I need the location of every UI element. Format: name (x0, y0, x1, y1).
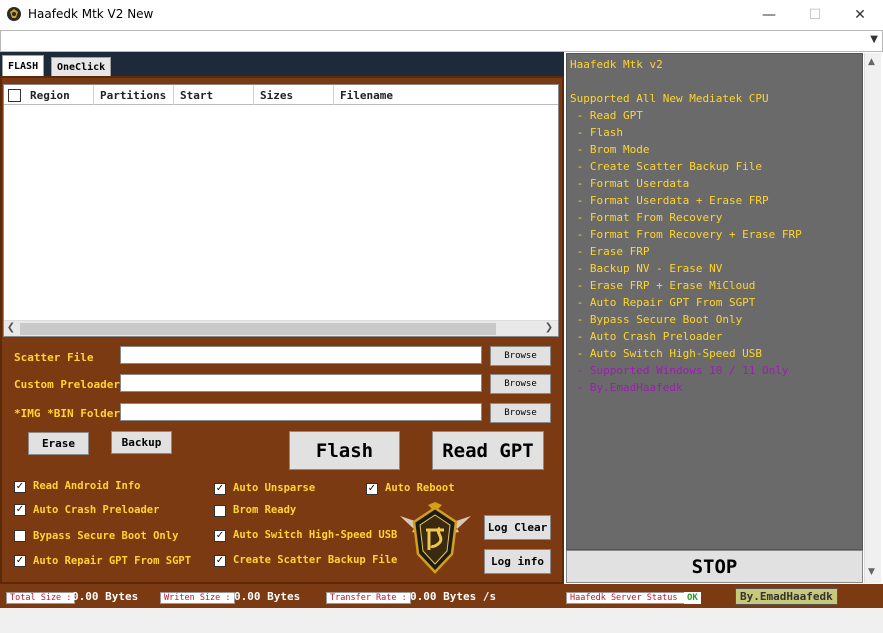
create-scatter-backup-checkbox[interactable]: ✓ (214, 555, 226, 567)
minimize-icon[interactable]: — (746, 0, 792, 30)
window-bottom-strip (0, 608, 883, 633)
backup-button[interactable]: Backup (111, 431, 172, 454)
log-line: - Bypass Secure Boot Only (570, 313, 743, 326)
scatter-file-input[interactable] (120, 346, 482, 364)
read-android-info-checkbox[interactable]: ✓ (14, 481, 26, 493)
log-line: Supported All New Mediatek CPU (570, 92, 769, 105)
horizontal-scrollbar[interactable]: ❮ ❯ (4, 320, 558, 336)
read-android-info-label: Read Android Info (33, 480, 141, 492)
auto-repair-gpt-label: Auto Repair GPT From SGPT (33, 555, 192, 567)
log-vertical-scrollbar[interactable]: ▲ ▼ (864, 53, 881, 583)
bypass-secure-boot-checkbox[interactable] (14, 530, 26, 542)
custom-preloader-label: Custom Preloader (14, 378, 120, 391)
auto-switch-usb-checkbox[interactable]: ✓ (214, 530, 226, 542)
app-logo-icon (7, 7, 21, 21)
transfer-rate-value: 0.00 Bytes /s (410, 590, 497, 603)
scroll-left-icon[interactable]: ❮ (4, 322, 18, 333)
erase-button[interactable]: Erase (28, 432, 89, 455)
brom-ready-label: Brom Ready (233, 504, 297, 516)
browse-preloader-button[interactable]: Browse (490, 374, 551, 394)
auto-crash-preloader-label: Auto Crash Preloader (33, 504, 160, 516)
log-line: - By.EmadHaafedk (570, 381, 683, 394)
author-credit: By.EmadHaafedk (735, 588, 838, 605)
log-line: - Brom Mode (570, 143, 650, 156)
auto-switch-usb-label: Auto Switch High-Speed USB (233, 529, 398, 541)
log-info-button[interactable]: Log info (484, 549, 551, 574)
log-output-panel[interactable]: Haafedk Mtk v2 Supported All New Mediate… (566, 53, 863, 550)
create-scatter-backup-label: Create Scatter Backup File (233, 554, 398, 566)
tab-oneclick[interactable]: OneClick (51, 57, 112, 76)
scroll-down-icon[interactable]: ▼ (868, 567, 875, 577)
log-line: - Erase FRP (570, 245, 650, 258)
column-filename[interactable]: Filename (334, 85, 558, 105)
auto-unsparse-label: Auto Unsparse (233, 482, 316, 494)
log-line: - Format From Recovery + Erase FRP (570, 228, 802, 241)
stop-button[interactable]: STOP (566, 550, 863, 583)
column-region[interactable]: Region (24, 85, 94, 105)
log-line: - Format From Recovery (570, 211, 723, 224)
total-size-value: 0.00 Bytes (72, 590, 139, 603)
bypass-secure-boot-label: Bypass Secure Boot Only (33, 530, 179, 542)
window-title: Haafedk Mtk V2 New (28, 7, 154, 21)
column-partitions[interactable]: Partitions (94, 85, 174, 105)
browse-img-folder-button[interactable]: Browse (490, 403, 551, 423)
log-line: - Format Userdata + Erase FRP (570, 194, 769, 207)
chevron-down-icon: ▼ (870, 34, 878, 45)
auto-reboot-label: Auto Reboot (385, 482, 455, 494)
written-size-value: 0.00 Bytes (234, 590, 301, 603)
auto-repair-gpt-checkbox[interactable]: ✓ (14, 555, 26, 567)
log-line: - Auto Repair GPT From SGPT (570, 296, 756, 309)
column-sizes[interactable]: Sizes (254, 85, 334, 105)
log-line: - Auto Switch High-Speed USB (570, 347, 763, 360)
read-gpt-button[interactable]: Read GPT (432, 431, 544, 470)
transfer-rate-label: Transfer Rate : (326, 592, 411, 604)
browse-scatter-button[interactable]: Browse (490, 346, 551, 366)
emblem-logo-icon (400, 502, 471, 574)
total-size-label: Total Size : (6, 592, 76, 604)
log-line: - Read GPT (570, 109, 643, 122)
written-size-label: Writen Size : (160, 592, 235, 604)
log-line: - Backup NV - Erase NV (570, 262, 723, 275)
log-line: - Auto Crash Preloader (570, 330, 723, 343)
select-all-checkbox[interactable] (8, 89, 21, 102)
scatter-file-label: Scatter File (14, 351, 94, 364)
port-selector-dropdown[interactable]: ▼ (0, 30, 883, 52)
scrollbar-thumb[interactable] (20, 323, 496, 335)
server-status-label: Haafedk Server Status : (566, 592, 692, 604)
custom-preloader-input[interactable] (120, 374, 482, 392)
table-header: Region Partitions Start Sizes Filename (4, 85, 558, 105)
tab-flash[interactable]: FLASH (2, 55, 45, 77)
maximize-icon[interactable]: ☐ (792, 0, 838, 30)
scroll-up-icon[interactable]: ▲ (868, 57, 875, 67)
log-clear-button[interactable]: Log Clear (484, 515, 551, 540)
close-icon[interactable]: ✕ (837, 0, 883, 30)
log-line: - Create Scatter Backup File (570, 160, 763, 173)
log-line: Haafedk Mtk v2 (570, 58, 663, 71)
auto-reboot-checkbox[interactable]: ✓ (366, 483, 378, 495)
flash-button[interactable]: Flash (289, 431, 400, 470)
brom-ready-checkbox[interactable] (214, 505, 226, 517)
img-folder-label: *IMG *BIN Folder (14, 407, 120, 420)
log-line: - Format Userdata (570, 177, 690, 190)
log-line: - Erase FRP + Erase MiCloud (570, 279, 756, 292)
column-start[interactable]: Start (174, 85, 254, 105)
log-line: - Supported Windows 10 / 11 Only (570, 364, 789, 377)
partition-table[interactable]: Region Partitions Start Sizes Filename ❮… (3, 84, 559, 337)
scroll-right-icon[interactable]: ❯ (542, 322, 556, 333)
auto-unsparse-checkbox[interactable]: ✓ (214, 483, 226, 495)
auto-crash-preloader-checkbox[interactable]: ✓ (14, 504, 26, 516)
img-folder-input[interactable] (120, 403, 482, 421)
server-status-badge: OK (684, 592, 701, 604)
log-line: - Flash (570, 126, 623, 139)
